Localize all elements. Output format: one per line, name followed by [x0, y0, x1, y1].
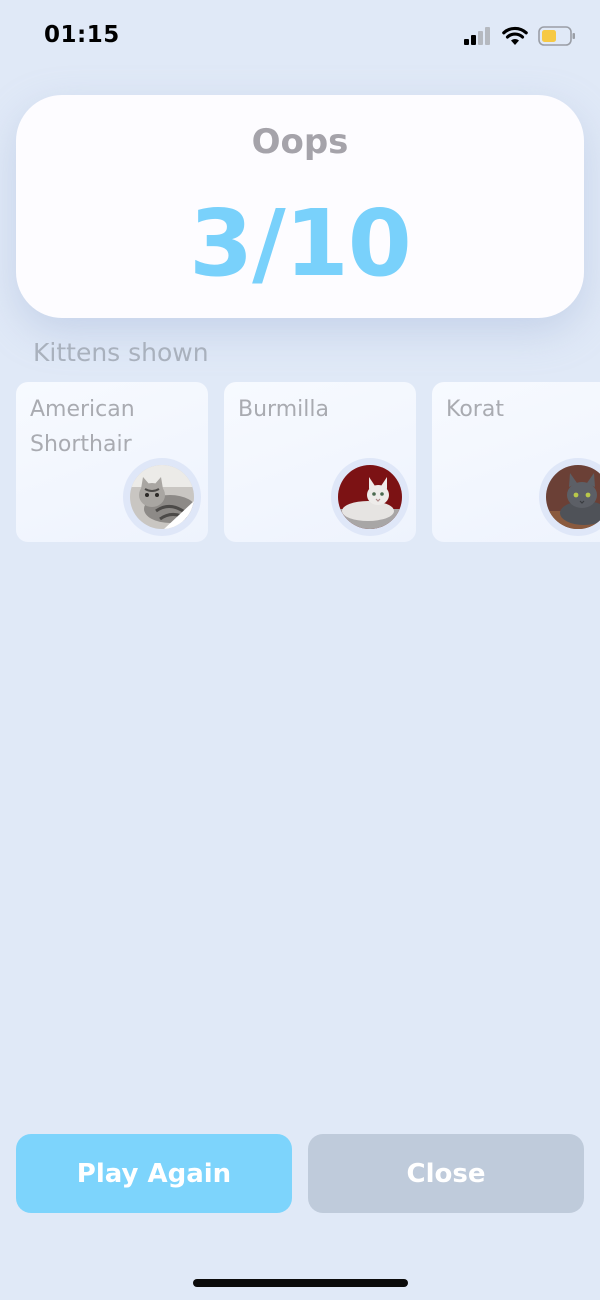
kitten-card[interactable]: American Shorthair	[16, 382, 208, 542]
close-button[interactable]: Close	[308, 1134, 584, 1213]
status-bar: 01:15	[0, 0, 600, 76]
play-again-button[interactable]: Play Again	[16, 1134, 292, 1213]
status-time: 01:15	[44, 22, 120, 48]
cellular-signal-icon	[464, 27, 490, 45]
kitten-avatar	[123, 458, 201, 536]
kitten-carousel[interactable]: American Shorthair Burmilla Korat	[16, 382, 600, 542]
home-indicator[interactable]	[193, 1279, 408, 1287]
korat-photo	[546, 465, 600, 529]
kitten-name: American Shorthair	[30, 397, 135, 457]
result-title: Oops	[251, 122, 349, 162]
kitten-avatar	[539, 458, 600, 536]
burmilla-photo	[338, 465, 402, 529]
battery-low-icon	[538, 26, 575, 46]
wifi-icon	[502, 26, 528, 45]
score-value: 3/10	[189, 190, 412, 297]
kitten-avatar	[331, 458, 409, 536]
kitten-card[interactable]: Burmilla	[224, 382, 416, 542]
kitten-name: Korat	[446, 397, 504, 422]
american-shorthair-photo	[130, 465, 194, 529]
kitten-card[interactable]: Korat	[432, 382, 600, 542]
kittens-shown-label: Kittens shown	[33, 338, 209, 367]
status-icons	[464, 26, 576, 46]
kitten-name: Burmilla	[238, 397, 329, 422]
